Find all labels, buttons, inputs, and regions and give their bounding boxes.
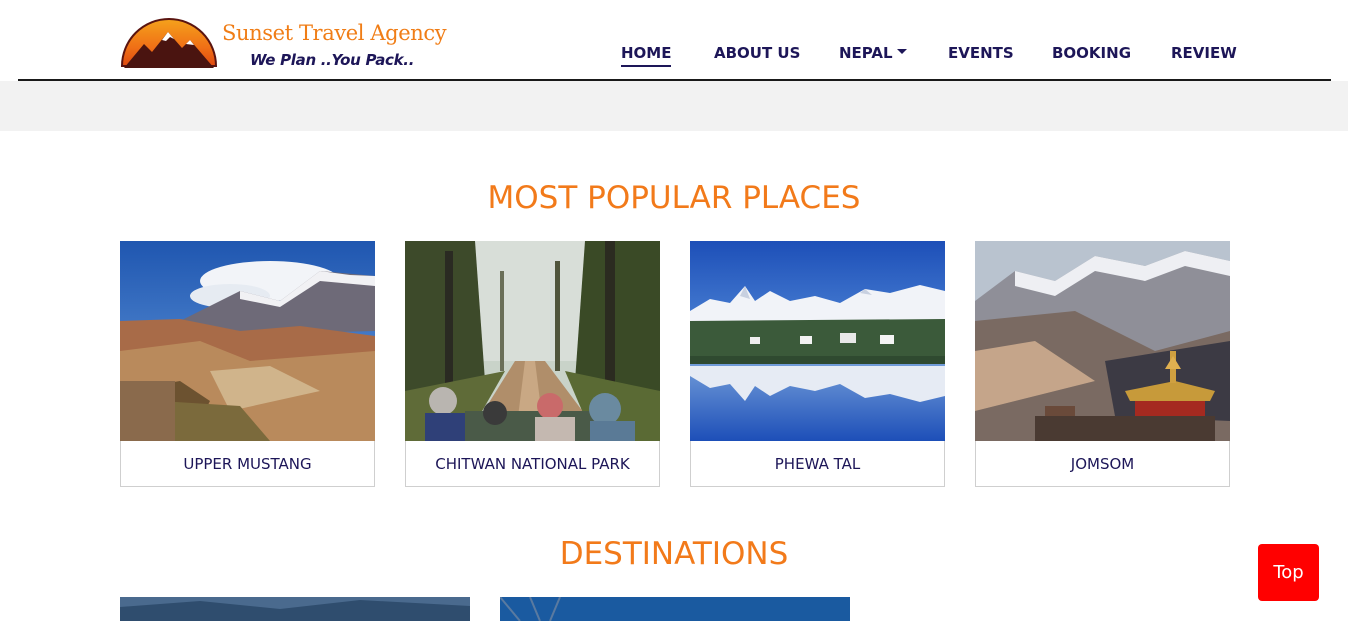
nav-about-us[interactable]: ABOUT US <box>714 44 800 62</box>
place-label[interactable]: UPPER MUSTANG <box>121 455 374 473</box>
nav-home[interactable]: HOME <box>621 44 672 67</box>
jungle-safari-jeep-photo[interactable] <box>405 241 660 441</box>
nav-nepal-dropdown[interactable]: NEPAL <box>839 44 907 62</box>
mustang-canyon-photo[interactable] <box>120 241 375 441</box>
banner-strip <box>0 81 1348 131</box>
brand-name: Sunset Travel Agency <box>222 21 447 45</box>
place-card-phewa-tal[interactable]: PHEWA TAL <box>690 241 945 487</box>
place-card-upper-mustang[interactable]: UPPER MUSTANG <box>120 241 375 487</box>
destinations-title: DESTINATIONS <box>559 536 789 572</box>
place-label[interactable]: JOMSOM <box>976 455 1229 473</box>
site-header: Sunset Travel Agency We Plan ..You Pack.… <box>0 0 1348 80</box>
nav-events[interactable]: EVENTS <box>948 44 1014 62</box>
place-label[interactable]: PHEWA TAL <box>691 455 944 473</box>
lake-reflection-photo[interactable] <box>690 241 945 441</box>
sunset-mountain-logo-icon <box>120 18 218 68</box>
place-card-jomsom[interactable]: JOMSOM <box>975 241 1230 487</box>
logo[interactable]: Sunset Travel Agency We Plan ..You Pack.… <box>120 4 447 74</box>
destination-card[interactable] <box>500 597 850 621</box>
place-card-chitwan-national-park[interactable]: CHITWAN NATIONAL PARK <box>405 241 660 487</box>
nav-nepal-label: NEPAL <box>839 44 893 62</box>
destination-card[interactable] <box>120 597 470 621</box>
place-label[interactable]: CHITWAN NATIONAL PARK <box>406 455 659 473</box>
nav-booking[interactable]: BOOKING <box>1052 44 1131 62</box>
back-to-top-button[interactable]: Top <box>1258 544 1319 601</box>
popular-places-title: MOST POPULAR PLACES <box>487 180 861 216</box>
mountain-temple-photo[interactable] <box>975 241 1230 441</box>
brand-tagline: We Plan ..You Pack.. <box>250 51 415 69</box>
nav-review[interactable]: REVIEW <box>1171 44 1237 62</box>
caret-down-icon <box>896 49 907 54</box>
